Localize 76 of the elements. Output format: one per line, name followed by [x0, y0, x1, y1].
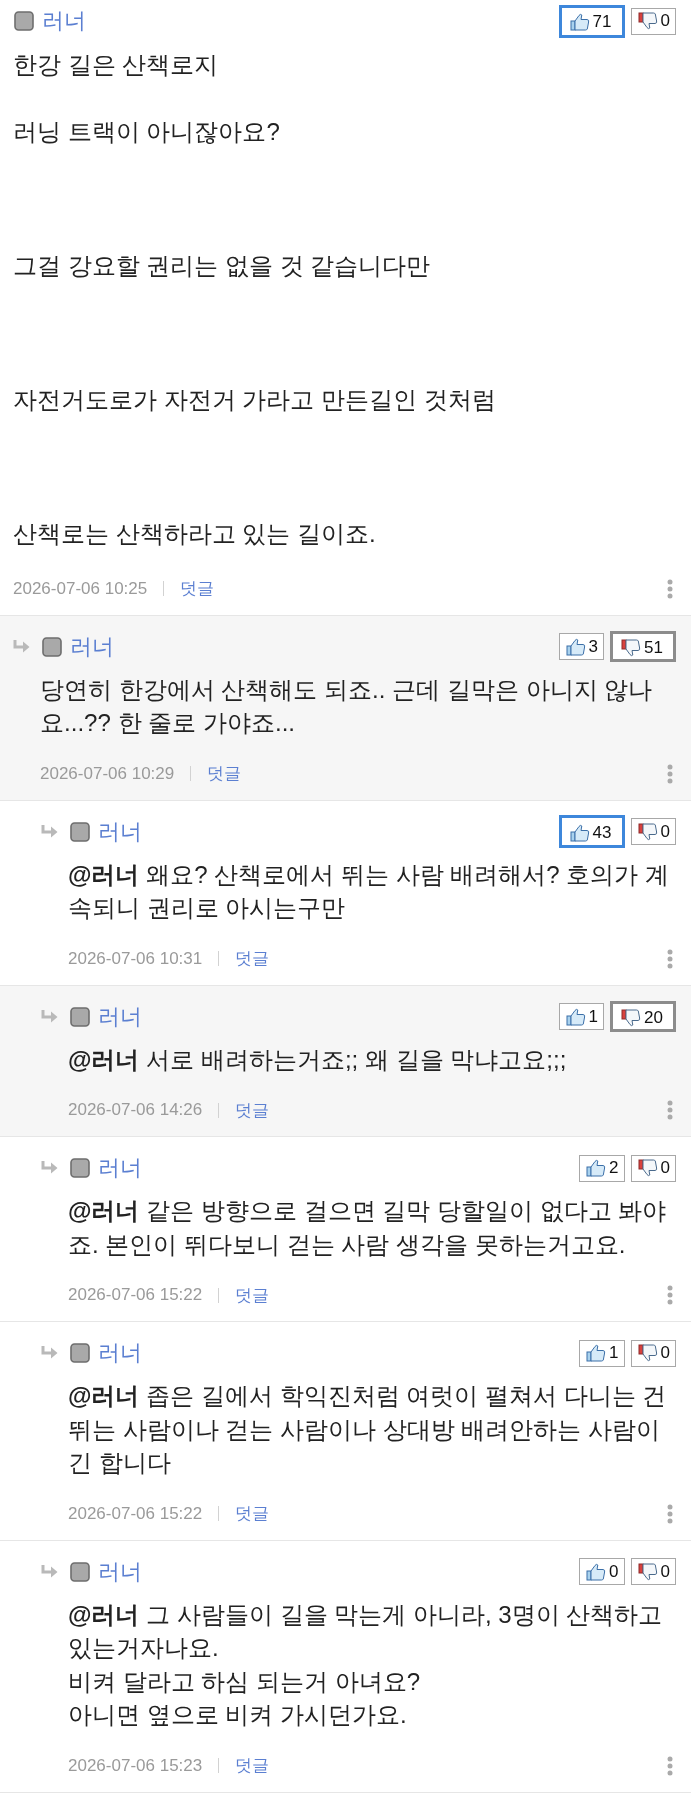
reply-link[interactable]: 덧글 — [207, 762, 242, 785]
comment-text: @러너 왜요? 산책로에서 뛰는 사람 배려해서? 호의가 계속되니 권리로 아시는구만 — [68, 859, 671, 923]
reply-arrow-icon — [40, 1564, 58, 1579]
square-icon — [70, 821, 90, 842]
square-icon — [70, 1343, 90, 1363]
like-button[interactable]: 0 — [579, 1558, 625, 1585]
author-name[interactable]: 러너 — [98, 1003, 142, 1030]
more-options-icon[interactable] — [667, 1755, 673, 1776]
like-button[interactable]: 1 — [558, 1003, 605, 1030]
more-options-icon[interactable] — [667, 1503, 673, 1524]
author-name[interactable]: 러너 — [98, 1558, 142, 1585]
more-options-icon[interactable] — [667, 948, 673, 969]
more-options-icon[interactable] — [667, 578, 673, 599]
dislike-button[interactable]: 51 — [610, 631, 676, 662]
thumbs-up-icon — [569, 13, 590, 31]
reply-link[interactable]: 덧글 — [235, 1283, 270, 1307]
more-options-icon[interactable] — [667, 1100, 673, 1120]
more-options-icon[interactable] — [667, 763, 673, 784]
dislike-button[interactable]: 20 — [610, 1001, 676, 1032]
thumbs-down-icon — [637, 1562, 658, 1581]
reply-arrow-icon — [40, 1161, 58, 1175]
reply-arrow-icon — [40, 1346, 58, 1360]
comment-date: 2026-07-06 15:22 — [68, 1503, 203, 1524]
comment-text: 한강 길은 산책로지 러닝 트랙이 아니잖아요? 그걸 강요할 권리는 없을 것 같습니다만 자전거도로가 자전거 가라고 만든길인 것처럼 산책로는 산책하라고 있는 길이죠. — [13, 50, 497, 549]
thumbs-down-icon — [637, 12, 658, 30]
comment-text: @러너 같은 방향으로 걸으면 길막 당할일이 없다고 봐야죠. 본인이 뛰다보니 걷는 사람 생각을 못하는거고요. — [68, 1196, 668, 1260]
reply-link[interactable]: 덧글 — [235, 1502, 270, 1525]
square-icon — [14, 11, 34, 31]
thumbs-up-icon — [565, 1007, 586, 1026]
thumbs-down-icon — [621, 1008, 642, 1027]
thumbs-down-icon — [637, 1159, 658, 1177]
author-name[interactable]: 러너 — [98, 818, 142, 845]
like-button[interactable]: 3 — [558, 633, 605, 660]
dislike-button[interactable]: 0 — [630, 1558, 676, 1585]
reply-link[interactable]: 덧글 — [235, 947, 270, 970]
more-options-icon[interactable] — [667, 1285, 673, 1305]
thumbs-down-icon — [637, 1344, 658, 1362]
comment-date: 2026-07-06 15:22 — [68, 1285, 203, 1305]
comment-date: 2026-07-06 10:25 — [13, 578, 148, 599]
dislike-button[interactable]: 0 — [630, 818, 676, 845]
reply-arrow-icon — [40, 824, 58, 839]
thumbs-up-icon — [569, 823, 590, 842]
comment-text: @러너 그 사람들이 길을 막는게 아니라, 3명이 산책하고 있는거자나요. 비켜 달라고 하심 되는거 아녀요? 아니면 옆으로 비켜 가시던가요. — [68, 1599, 664, 1730]
author-name[interactable]: 러너 — [70, 633, 114, 660]
comment-date: 2026-07-06 10:29 — [40, 763, 175, 784]
reply-arrow-icon — [40, 1009, 58, 1024]
square-icon — [70, 1006, 90, 1027]
comment-text: 당연히 한강에서 산책해도 되죠.. 근데 길막은 아니지 않나요...?? 한 줄로 가야죠... — [40, 674, 654, 738]
thumbs-up-icon — [565, 637, 586, 656]
square-icon — [70, 1158, 90, 1178]
comment-text: @러너 서로 배려하는거죠;; 왜 길을 막냐고요;;; — [68, 1044, 568, 1075]
square-icon — [70, 1561, 90, 1582]
thumbs-up-icon — [586, 1159, 607, 1177]
reply-link[interactable]: 덧글 — [180, 577, 215, 600]
comment-date: 2026-07-06 15:23 — [68, 1755, 203, 1776]
comment-date: 2026-07-06 14:26 — [68, 1100, 203, 1120]
comment-text: @러너 좁은 길에서 학익진처럼 여럿이 펼쳐서 다니는 건 뛰는 사람이나 걷는 사람이나 상대방 배려안하는 사람이 긴 합니다 — [68, 1381, 668, 1478]
thumbs-down-icon — [621, 638, 642, 657]
like-button[interactable]: 2 — [579, 1154, 625, 1182]
like-button[interactable]: 1 — [579, 1339, 625, 1367]
comment-date: 2026-07-06 10:31 — [68, 948, 203, 969]
author-name[interactable]: 러너 — [98, 1340, 142, 1366]
thumbs-up-icon — [586, 1344, 607, 1362]
like-button[interactable]: 43 — [558, 815, 625, 848]
author-name[interactable]: 러너 — [98, 1155, 142, 1181]
dislike-button[interactable]: 0 — [630, 7, 676, 35]
reply-arrow-icon — [12, 639, 30, 654]
author-name[interactable]: 러너 — [42, 8, 86, 34]
reply-link[interactable]: 덧글 — [235, 1754, 270, 1777]
thumbs-up-icon — [586, 1562, 607, 1581]
dislike-button[interactable]: 0 — [630, 1339, 676, 1367]
like-button[interactable]: 71 — [558, 4, 625, 38]
thumbs-down-icon — [637, 822, 658, 841]
square-icon — [42, 636, 62, 657]
reply-link[interactable]: 덧글 — [235, 1098, 270, 1122]
dislike-button[interactable]: 0 — [630, 1154, 676, 1182]
